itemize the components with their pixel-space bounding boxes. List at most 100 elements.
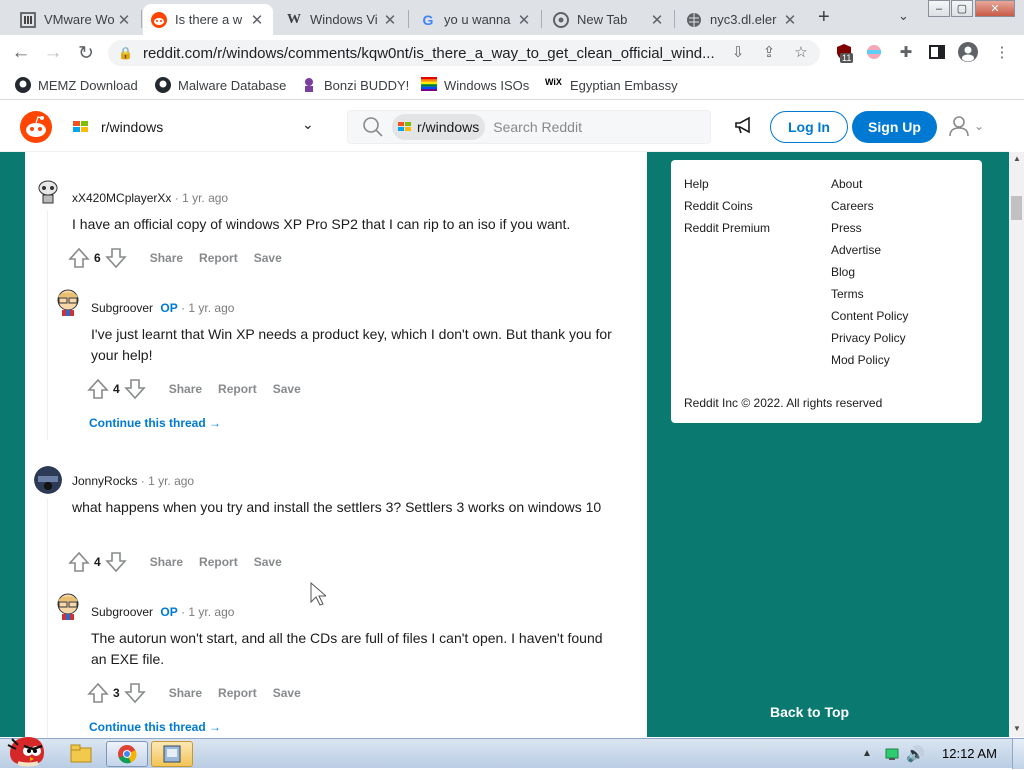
tab-vmware[interactable]: VMware Wo ✕ (12, 4, 140, 35)
footer-link[interactable]: Help (684, 177, 709, 191)
new-tab-button[interactable]: + (818, 6, 830, 29)
comment-time[interactable]: 1 yr. ago (148, 474, 194, 488)
footer-link[interactable]: Privacy Policy (831, 331, 906, 345)
comment-time[interactable]: 1 yr. ago (188, 605, 234, 619)
login-button[interactable]: Log In (770, 111, 848, 143)
address-bar[interactable]: 🔒 reddit.com/r/windows/comments/kqw0nt/i… (108, 40, 820, 66)
glasses-avatar[interactable] (53, 288, 81, 316)
tab-wikipedia[interactable]: W Windows Vi ✕ (278, 4, 406, 35)
tab-reddit-active[interactable]: Is there a w ✕ (143, 4, 273, 35)
footer-link[interactable]: Content Policy (831, 309, 908, 323)
back-arrow-icon[interactable]: ← (10, 42, 32, 64)
community-dropdown[interactable]: r/windows ⌄ (62, 111, 330, 143)
save-button[interactable]: Save (254, 251, 282, 265)
footer-link[interactable]: Terms (831, 287, 864, 301)
footer-link[interactable]: Press (831, 221, 862, 235)
report-button[interactable]: Report (199, 251, 238, 265)
footer-link[interactable]: Careers (831, 199, 874, 213)
bookmark-egyptian-embassy[interactable]: WiX Egyptian Embassy (545, 76, 678, 94)
back-to-top-button[interactable]: Back to Top (770, 704, 849, 720)
close-tab-icon[interactable]: ✕ (116, 11, 132, 29)
save-button[interactable]: Save (254, 555, 282, 569)
share-button[interactable]: Share (150, 251, 183, 265)
upvote-icon[interactable] (67, 246, 91, 270)
taskbar-app-button-active[interactable] (151, 741, 193, 767)
tab-search-chevron-icon[interactable]: ⌄ (898, 8, 909, 24)
footer-link[interactable]: Blog (831, 265, 855, 279)
scroll-down-icon[interactable]: ▼ (1013, 724, 1021, 733)
save-button[interactable]: Save (273, 686, 301, 700)
search-community-chip[interactable]: r/windows (392, 114, 486, 140)
upvote-icon[interactable] (86, 681, 110, 705)
footer-link[interactable]: About (831, 177, 862, 191)
bookmark-memz[interactable]: MEMZ Download (15, 76, 138, 94)
bookmark-star-icon[interactable]: ☆ (791, 42, 811, 62)
glasses-avatar[interactable] (53, 592, 81, 620)
upvote-icon[interactable] (67, 550, 91, 574)
close-tab-icon[interactable]: ✕ (249, 11, 265, 29)
downvote-icon[interactable] (123, 377, 147, 401)
downvote-icon[interactable] (123, 681, 147, 705)
snoo-avatar[interactable] (34, 177, 62, 205)
extension-ublock-icon[interactable]: 11 (834, 42, 854, 63)
start-button-angry-bird-icon[interactable] (4, 733, 48, 770)
share-page-icon[interactable]: ⇪ (759, 42, 779, 62)
side-panel-icon[interactable] (927, 42, 947, 62)
save-button[interactable]: Save (273, 382, 301, 396)
scroll-up-icon[interactable]: ▲ (1013, 154, 1021, 163)
close-tab-icon[interactable]: ✕ (516, 11, 532, 29)
maximize-button[interactable]: ▢ (951, 0, 973, 17)
minimize-button[interactable]: – (928, 0, 950, 17)
bookmark-windows-isos[interactable]: Windows ISOs (421, 76, 529, 94)
scrollbar-thumb[interactable] (1011, 196, 1022, 220)
volume-icon[interactable]: 🔊 (906, 745, 925, 763)
clock-time[interactable]: 12:12 AM (942, 746, 997, 761)
tray-expand-icon[interactable]: ▲ (862, 748, 872, 759)
file-explorer-icon[interactable] (70, 743, 92, 766)
reload-icon[interactable]: ↻ (75, 42, 97, 64)
dark-avatar[interactable] (34, 466, 62, 494)
share-button[interactable]: Share (150, 555, 183, 569)
close-tab-icon[interactable]: ✕ (782, 11, 798, 29)
continue-thread-link[interactable]: Continue this thread → (89, 720, 221, 734)
extensions-puzzle-icon[interactable]: ✚ (896, 42, 916, 62)
footer-link[interactable]: Reddit Coins (684, 199, 753, 213)
page-scrollbar[interactable]: ▲ ▼ (1009, 152, 1024, 737)
search-input[interactable]: r/windows Search Reddit (347, 110, 711, 144)
tab-new-tab[interactable]: New Tab ✕ (545, 4, 673, 35)
report-button[interactable]: Report (218, 686, 257, 700)
reddit-logo-icon[interactable] (20, 111, 52, 146)
taskbar-chrome-button[interactable] (106, 741, 148, 767)
bookmark-bonzi[interactable]: Bonzi BUDDY! (301, 76, 409, 94)
close-window-button[interactable]: ✕ (975, 0, 1015, 17)
share-button[interactable]: Share (169, 686, 202, 700)
comment-author[interactable]: xX420MCplayerXx (72, 191, 171, 205)
network-icon[interactable] (884, 747, 900, 764)
downvote-icon[interactable] (104, 550, 128, 574)
footer-link[interactable]: Advertise (831, 243, 881, 257)
bookmark-malware-db[interactable]: Malware Database (155, 76, 286, 94)
share-button[interactable]: Share (169, 382, 202, 396)
comment-time[interactable]: 1 yr. ago (182, 191, 228, 205)
tab-nyc3[interactable]: nyc3.dl.eler ✕ (678, 4, 806, 35)
signup-button[interactable]: Sign Up (852, 111, 937, 143)
install-icon[interactable]: ⇩ (728, 42, 748, 62)
comment-time[interactable]: 1 yr. ago (188, 301, 234, 315)
report-button[interactable]: Report (218, 382, 257, 396)
show-desktop-button[interactable] (1012, 739, 1024, 769)
report-button[interactable]: Report (199, 555, 238, 569)
continue-thread-link[interactable]: Continue this thread → (89, 416, 221, 430)
profile-avatar-icon[interactable] (958, 42, 978, 62)
comment-author[interactable]: Subgroover (91, 605, 153, 619)
comment-author[interactable]: JonnyRocks (72, 474, 137, 488)
footer-link[interactable]: Mod Policy (831, 353, 890, 367)
forward-arrow-icon[interactable]: → (42, 42, 64, 64)
tab-google[interactable]: G yo u wanna ✕ (412, 4, 540, 35)
extension-trans-icon[interactable] (864, 42, 884, 62)
advertise-megaphone-icon[interactable] (733, 114, 755, 139)
chrome-menu-icon[interactable]: ⋮ (992, 42, 1012, 62)
user-menu[interactable]: ⌄ (948, 115, 984, 137)
footer-link[interactable]: Reddit Premium (684, 221, 770, 235)
comment-author[interactable]: Subgroover (91, 301, 153, 315)
close-tab-icon[interactable]: ✕ (382, 11, 398, 29)
